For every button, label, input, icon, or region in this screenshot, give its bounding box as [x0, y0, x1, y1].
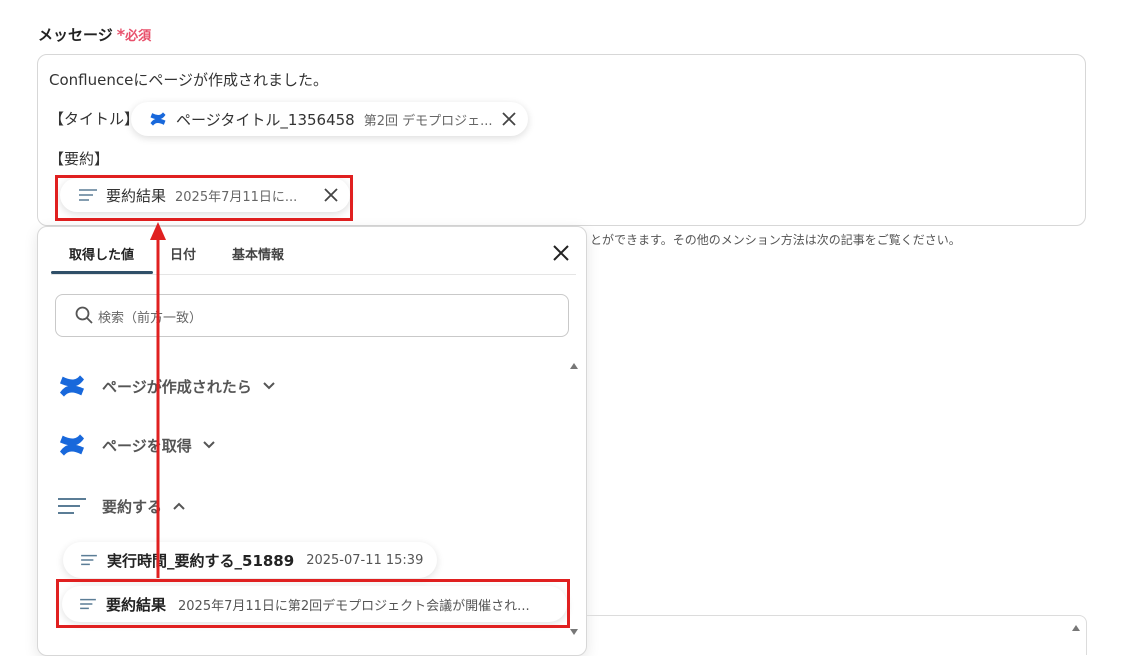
confluence-icon	[150, 112, 166, 126]
confluence-icon	[60, 434, 84, 456]
scroll-up-arrow-icon[interactable]	[569, 361, 579, 371]
group-summarize[interactable]: 要約する	[56, 489, 186, 523]
message-summary-label: 【要約】	[49, 150, 110, 168]
summary-chip-highlight	[55, 175, 353, 221]
tab-divider	[51, 274, 576, 275]
next-field-fragment	[587, 615, 1087, 655]
item-sub: 2025-07-11 15:39	[306, 552, 424, 568]
close-icon[interactable]	[500, 110, 518, 128]
close-panel-button[interactable]	[550, 242, 572, 264]
summary-lines-icon	[58, 498, 86, 514]
summary-lines-icon	[81, 554, 97, 566]
group-page-created[interactable]: ページが作成されたら	[56, 369, 276, 403]
tab-date[interactable]: 日付	[170, 244, 196, 263]
group-label: 要約する	[102, 497, 163, 516]
summary-item-highlight	[56, 579, 570, 628]
title-variable-chip[interactable]: ページタイトル_1356458 第2回 デモプロジェ...	[131, 102, 528, 136]
chevron-up-icon	[173, 502, 185, 510]
tab-fetched-values[interactable]: 取得した値	[69, 244, 134, 263]
required-mark: *	[116, 25, 126, 44]
item-main: 実行時間_要約する_51889	[107, 551, 295, 570]
group-label: ページを取得	[102, 436, 192, 455]
message-title-label: 【タイトル】	[49, 110, 140, 128]
search-placeholder: 検索（前方一致）	[98, 311, 203, 326]
search-input[interactable]: 検索（前方一致）	[55, 294, 569, 337]
field-label-text: メッセージ	[38, 26, 113, 44]
confluence-icon	[60, 375, 84, 397]
chevron-down-icon	[262, 382, 275, 390]
helper-text: とができます。その他のメンション方法は次の記事をご覧ください。	[590, 233, 961, 247]
scroll-up-arrow-icon[interactable]	[1071, 623, 1081, 633]
list-item[interactable]: 実行時間_要約する_51889 2025-07-11 15:39	[63, 542, 437, 578]
group-label: ページが作成されたら	[102, 377, 252, 396]
message-line-1: Confluenceにページが作成されました。	[49, 71, 329, 89]
required-text: 必須	[125, 29, 152, 44]
message-field-label: メッセージ *必須	[38, 24, 151, 45]
tab-basic-info[interactable]: 基本情報	[232, 244, 284, 263]
scroll-down-arrow-icon[interactable]	[569, 627, 579, 637]
title-chip-main: ページタイトル_1356458	[176, 110, 355, 129]
title-chip-sub: 第2回 デモプロジェ...	[363, 113, 493, 129]
close-icon	[553, 245, 569, 261]
chevron-down-icon	[202, 441, 215, 449]
group-get-page[interactable]: ページを取得	[56, 428, 216, 462]
search-icon	[75, 306, 93, 324]
